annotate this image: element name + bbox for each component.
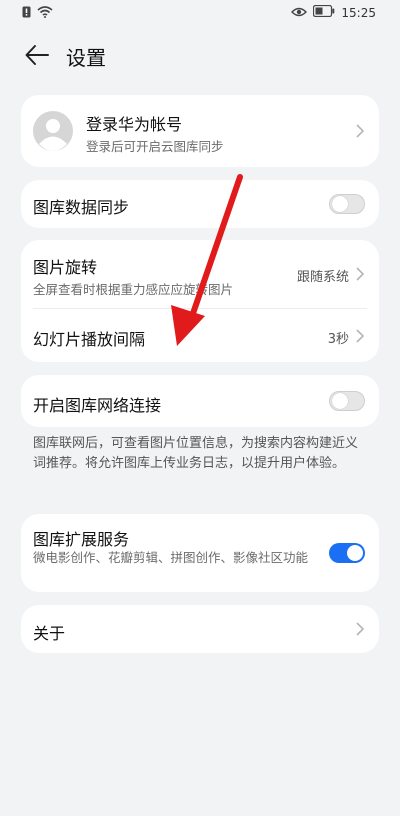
slideshow-title: 幻灯片播放间隔	[33, 330, 146, 349]
network-note: 图库联网后，可查看图片位置信息，为搜索内容构建近义词推荐。将允许图库上传业务日志…	[33, 436, 359, 471]
status-time: 15:25	[341, 5, 376, 20]
eye-icon	[291, 6, 308, 20]
slideshow-value: 3秒	[327, 332, 349, 347]
display-settings-card: 图片旋转 全屏查看时根据重力感应应旋转图片 跟随系统 幻灯片播放间隔 3秒	[21, 240, 379, 362]
rotation-row[interactable]: 图片旋转 全屏查看时根据重力感应应旋转图片 跟随系统	[21, 240, 379, 306]
notification-icon	[22, 6, 31, 21]
about-label: 关于	[33, 624, 66, 643]
rotation-value: 跟随系统	[296, 270, 349, 285]
account-subtitle: 登录后可开启云图库同步	[86, 139, 224, 154]
back-arrow-icon[interactable]	[24, 42, 50, 68]
settings-page: 15:25 设置 登录华为帐号 登录后可开启云图库同步 图库数据同步 图片旋转 …	[0, 0, 400, 816]
account-card[interactable]: 登录华为帐号 登录后可开启云图库同步	[21, 95, 379, 167]
chevron-right-icon	[355, 266, 365, 282]
battery-icon	[313, 4, 335, 20]
toggle-knob	[332, 196, 348, 212]
status-right: 15:25	[291, 4, 376, 20]
avatar-icon	[33, 111, 73, 155]
network-card: 开启图库网络连接	[21, 375, 379, 427]
network-label: 开启图库网络连接	[33, 396, 162, 415]
wifi-icon	[37, 6, 53, 21]
divider	[33, 308, 367, 309]
rotation-subtitle: 全屏查看时根据重力感应应旋转图片	[33, 282, 234, 297]
extension-subtitle: 微电影创作、花瓣剪辑、拼图创作、影像社区功能	[33, 550, 309, 565]
extension-toggle[interactable]	[329, 543, 365, 563]
gallery-sync-toggle[interactable]	[329, 194, 365, 214]
rotation-title: 图片旋转	[33, 258, 98, 277]
page-title: 设置	[66, 46, 106, 70]
header: 设置	[0, 30, 400, 80]
chevron-right-icon	[355, 328, 365, 344]
about-card[interactable]: 关于	[21, 605, 379, 653]
slideshow-row[interactable]: 幻灯片播放间隔 3秒	[21, 310, 379, 362]
gallery-sync-card: 图库数据同步	[21, 180, 379, 228]
account-title: 登录华为帐号	[86, 115, 183, 134]
status-bar: 15:25	[0, 0, 400, 26]
chevron-right-icon	[355, 123, 365, 139]
toggle-knob	[332, 393, 348, 409]
extension-card: 图库扩展服务 微电影创作、花瓣剪辑、拼图创作、影像社区功能	[21, 514, 379, 592]
network-toggle[interactable]	[329, 391, 365, 411]
toggle-knob	[347, 545, 363, 561]
gallery-sync-label: 图库数据同步	[33, 198, 130, 217]
status-left	[22, 6, 53, 21]
chevron-right-icon	[355, 621, 365, 637]
extension-title: 图库扩展服务	[33, 530, 130, 549]
